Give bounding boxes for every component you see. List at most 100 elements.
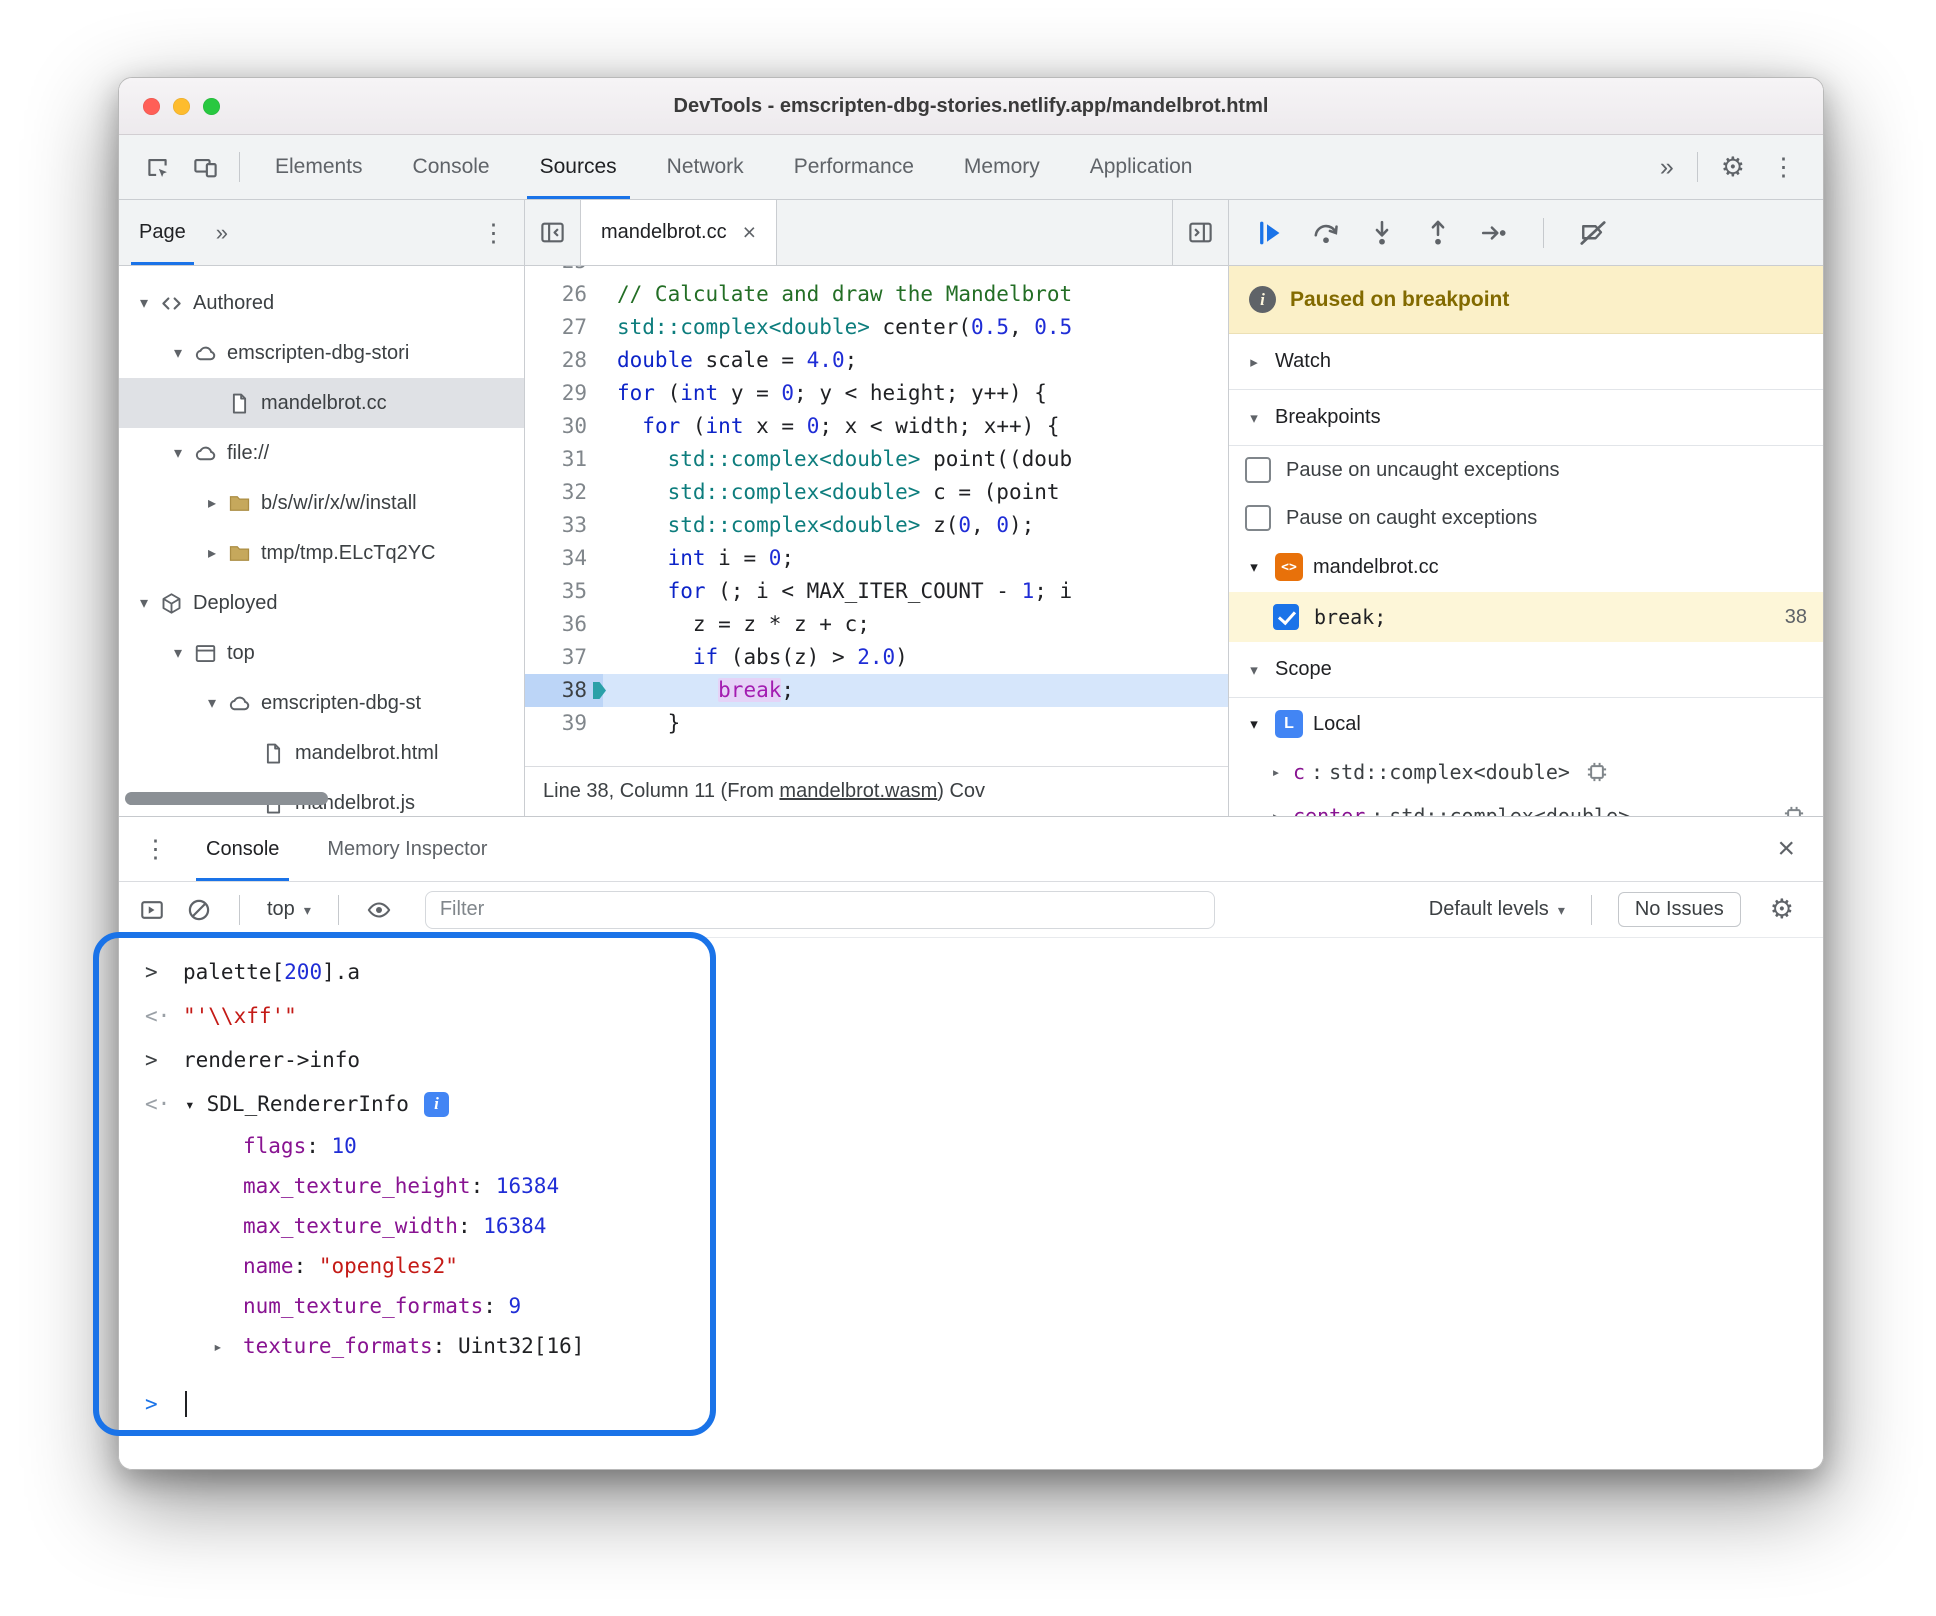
memory-inspector-icon[interactable] [1584, 759, 1610, 785]
expander-icon[interactable]: ▸ [199, 493, 225, 513]
console-prompt[interactable]: > [119, 1382, 1823, 1426]
tree-item-authored[interactable]: ▾ Authored [119, 278, 524, 328]
tree-item-emscripten-dbg-stori[interactable]: ▾ emscripten-dbg-stori [119, 328, 524, 378]
pause-caught-option[interactable]: Pause on caught exceptions [1229, 494, 1823, 542]
line-number[interactable]: 26 [525, 278, 603, 311]
drawer-tab-console[interactable]: Console [196, 817, 290, 881]
tree-item-mandelbrot-cc[interactable]: mandelbrot.cc [119, 378, 524, 428]
pause-caught-checkbox[interactable] [1245, 505, 1271, 531]
tab-performance[interactable]: Performance [769, 135, 939, 199]
console-settings-gear-icon[interactable]: ⚙ [1757, 894, 1807, 925]
console-property[interactable]: ▸ texture_formats: Uint32[16] [119, 1326, 1823, 1366]
drawer-tab-memory-inspector[interactable]: Memory Inspector [317, 817, 497, 881]
more-navigator-tabs-button[interactable]: » [206, 200, 238, 265]
line-number[interactable]: 38 [525, 674, 606, 707]
breakpoints-section-header[interactable]: Breakpoints [1229, 390, 1823, 446]
line-number[interactable]: 27 [525, 311, 603, 344]
console-property[interactable]: max_texture_width: 16384 [119, 1206, 1823, 1246]
tab-memory[interactable]: Memory [939, 135, 1065, 199]
expander-icon[interactable]: ▾ [165, 643, 191, 663]
minimize-window-button[interactable] [173, 97, 190, 115]
navigator-menu-kebab-icon[interactable]: ⋮ [463, 200, 524, 265]
line-number[interactable]: 28 [525, 344, 603, 377]
close-window-button[interactable] [143, 97, 160, 115]
context-selector[interactable]: top [263, 898, 315, 921]
tree-item-b-s-w-ir-x-w-install[interactable]: ▸ b/s/w/ir/x/w/install [119, 478, 524, 528]
live-expression-eye-icon[interactable] [362, 893, 396, 927]
line-number[interactable]: 30 [525, 410, 603, 443]
chevron-down-icon[interactable] [1243, 409, 1265, 427]
chevron-right-icon[interactable] [1265, 807, 1287, 816]
info-badge-icon[interactable]: i [423, 1091, 449, 1117]
chevron-right-icon[interactable] [1265, 763, 1287, 781]
tab-network[interactable]: Network [642, 135, 769, 199]
pause-uncaught-checkbox[interactable] [1245, 457, 1271, 483]
breakpoint-enabled-checkbox[interactable] [1273, 604, 1299, 630]
expander-icon[interactable]: ▾ [131, 293, 157, 313]
scope-section-header[interactable]: Scope [1229, 642, 1823, 698]
console-property[interactable]: num_texture_formats: 9 [119, 1286, 1823, 1326]
line-number[interactable]: 25 [525, 266, 603, 278]
zoom-window-button[interactable] [203, 97, 220, 115]
horizontal-scrollbar[interactable] [125, 792, 328, 805]
filter-input[interactable] [424, 890, 1215, 929]
line-number[interactable]: 33 [525, 509, 603, 542]
expand-triangle-icon[interactable]: ▸ [213, 1337, 223, 1356]
expander-icon[interactable]: ▾ [199, 693, 225, 713]
chevron-down-icon[interactable] [1243, 715, 1265, 733]
step-over-button[interactable] [1309, 217, 1343, 249]
step-button[interactable] [1477, 217, 1511, 249]
line-number[interactable]: 36 [525, 608, 603, 641]
memory-inspector-icon[interactable] [1781, 803, 1807, 816]
tree-item-top[interactable]: ▾ top [119, 628, 524, 678]
pause-uncaught-option[interactable]: Pause on uncaught exceptions [1229, 446, 1823, 494]
tab-sources[interactable]: Sources [515, 135, 642, 199]
device-toolbar-button[interactable] [181, 143, 229, 191]
close-drawer-icon[interactable]: × [1759, 817, 1813, 881]
breakpoint-entry[interactable]: break; 38 [1229, 592, 1823, 642]
clear-console-icon[interactable] [182, 893, 216, 927]
editor-tab-mandelbrot-cc[interactable]: mandelbrot.cc × [581, 200, 778, 265]
console-property[interactable]: name: "opengles2" [119, 1246, 1823, 1286]
chevron-down-icon[interactable] [1243, 661, 1265, 679]
scope-variable-center[interactable]: center : std::complex<double> [1229, 794, 1823, 816]
console-object-result[interactable]: <· ▾ SDL_RendererInfo i [119, 1082, 1823, 1126]
drawer-menu-kebab-icon[interactable]: ⋮ [129, 817, 182, 881]
expander-icon[interactable]: ▾ [165, 443, 191, 463]
tab-elements[interactable]: Elements [250, 135, 388, 199]
line-number[interactable]: 35 [525, 575, 603, 608]
chevron-right-icon[interactable] [1243, 353, 1265, 371]
tree-item-mandelbrot-html[interactable]: mandelbrot.html [119, 728, 524, 778]
line-number[interactable]: 31 [525, 443, 603, 476]
line-number[interactable]: 39 [525, 707, 603, 740]
inspect-element-button[interactable] [133, 143, 181, 191]
settings-gear-icon[interactable]: ⚙ [1708, 152, 1758, 183]
console-property[interactable]: flags: 10 [119, 1126, 1823, 1166]
line-number[interactable]: 34 [525, 542, 603, 575]
deactivate-breakpoints-button[interactable] [1576, 217, 1610, 249]
expander-icon[interactable]: ▸ [199, 543, 225, 563]
log-levels-selector[interactable]: Default levels [1429, 898, 1565, 921]
tree-item-tmp-tmp-elctq2yc[interactable]: ▸ tmp/tmp.ELcTq2YC [119, 528, 524, 578]
console-property[interactable]: max_texture_height: 16384 [119, 1166, 1823, 1206]
wasm-source-link[interactable]: mandelbrot.wasm [779, 780, 937, 803]
console-sidebar-toggle-icon[interactable] [135, 893, 169, 927]
chevron-down-icon[interactable] [1243, 558, 1265, 576]
expander-icon[interactable]: ▾ [165, 343, 191, 363]
breakpoint-file-group[interactable]: mandelbrot.cc [1229, 542, 1823, 592]
main-menu-kebab-icon[interactable]: ⋮ [1758, 152, 1809, 182]
tree-item-emscripten-dbg-st[interactable]: ▾ emscripten-dbg-st [119, 678, 524, 728]
object-expand-triangle-icon[interactable]: ▾ [185, 1095, 195, 1114]
line-number[interactable]: 29 [525, 377, 603, 410]
scope-local-row[interactable]: Local [1229, 698, 1823, 750]
tab-application[interactable]: Application [1065, 135, 1218, 199]
step-out-button[interactable] [1421, 217, 1455, 249]
tab-console[interactable]: Console [388, 135, 515, 199]
scope-variable-c[interactable]: c : std::complex<double> [1229, 750, 1823, 794]
line-number[interactable]: 37 [525, 641, 603, 674]
hide-navigator-button[interactable] [525, 200, 581, 265]
watch-section-header[interactable]: Watch [1229, 334, 1823, 390]
resume-button[interactable] [1253, 217, 1287, 249]
tree-item-deployed[interactable]: ▾ Deployed [119, 578, 524, 628]
step-into-button[interactable] [1365, 217, 1399, 249]
